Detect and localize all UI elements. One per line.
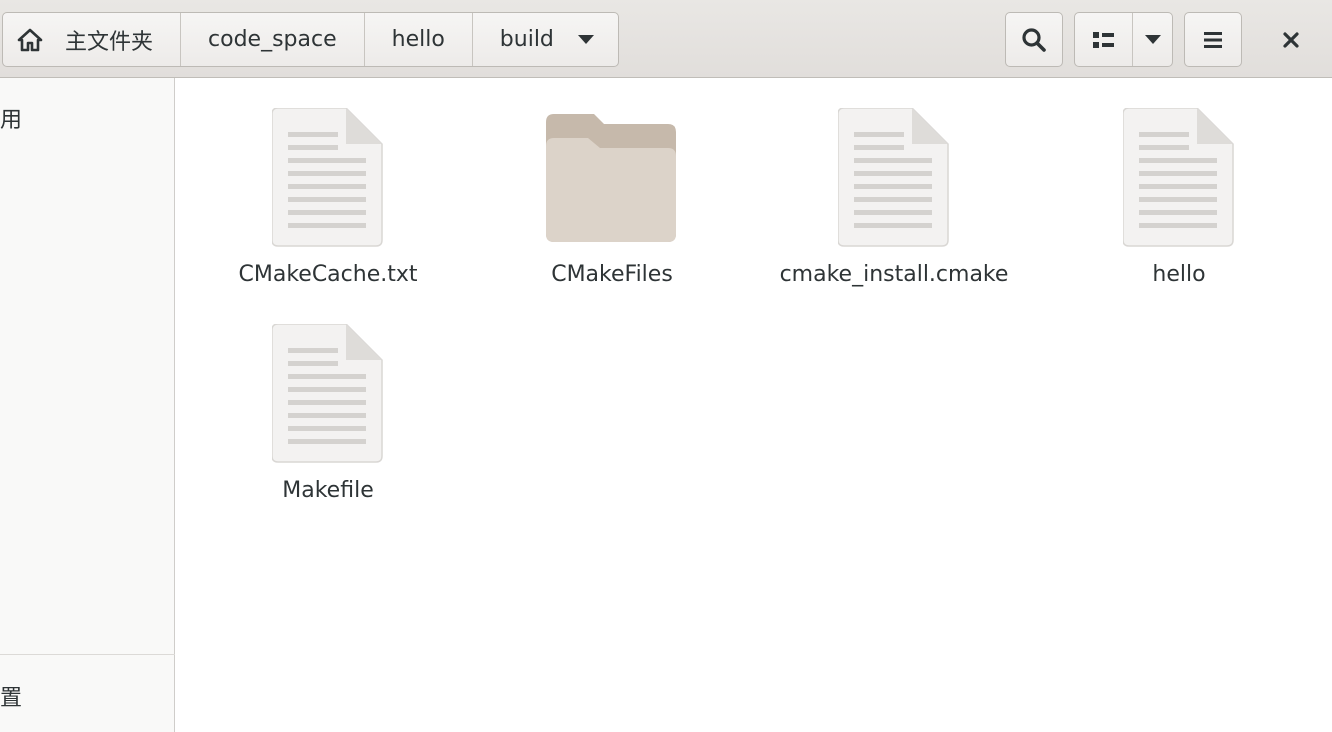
chevron-down-icon[interactable] — [577, 34, 594, 45]
menu-button[interactable] — [1184, 12, 1242, 67]
breadcrumb-hello[interactable]: hello — [365, 13, 473, 66]
header-bar: 主文件夹 code_space hello build — [0, 0, 1332, 78]
text-document-icon — [1123, 108, 1234, 247]
sidebar: 用 置 — [0, 78, 175, 732]
breadcrumb-label: build — [499, 27, 554, 52]
text-document-icon — [272, 324, 383, 463]
folder-icon — [546, 114, 676, 242]
view-options-button[interactable] — [1132, 13, 1172, 66]
breadcrumb-home[interactable]: 主文件夹 — [3, 13, 182, 66]
breadcrumb-code-space[interactable]: code_space — [181, 13, 365, 66]
list-view-icon — [1092, 31, 1114, 48]
text-document-icon — [272, 108, 383, 247]
sidebar-divider — [0, 654, 175, 655]
folder-item-cmakefiles[interactable]: CMakeFiles — [472, 108, 752, 313]
search-button[interactable] — [1005, 12, 1063, 67]
text-document-icon — [838, 108, 949, 247]
file-view: CMakeCache.txt CMakeFiles cmake_install.… — [176, 78, 1332, 732]
folder-name: CMakeFiles — [551, 262, 673, 287]
file-name: hello — [1152, 262, 1206, 287]
hamburger-menu-icon — [1204, 31, 1222, 48]
home-icon — [17, 28, 43, 51]
sidebar-item-other-locations[interactable]: 置 — [0, 680, 22, 712]
file-item-hello[interactable]: hello — [1039, 108, 1319, 313]
file-item-cmakecache[interactable]: CMakeCache.txt — [188, 108, 468, 313]
breadcrumb-label: code_space — [208, 27, 337, 52]
file-item-cmake-install[interactable]: cmake_install.cmake — [754, 108, 1034, 313]
file-manager-window: 主文件夹 code_space hello build 用 置 CMakeCac… — [0, 0, 1332, 732]
file-item-makefile[interactable]: Makefile — [188, 324, 468, 529]
search-icon — [1022, 27, 1046, 52]
chevron-down-icon — [1144, 34, 1161, 44]
sidebar-item-recent[interactable]: 用 — [0, 102, 22, 134]
list-view-button[interactable] — [1075, 13, 1132, 66]
close-window-button[interactable] — [1262, 12, 1320, 67]
breadcrumb: 主文件夹 code_space hello build — [2, 12, 619, 67]
close-icon — [1283, 31, 1299, 48]
file-name: CMakeCache.txt — [238, 262, 418, 287]
view-toggle-group — [1074, 12, 1173, 67]
breadcrumb-home-label: 主文件夹 — [65, 29, 154, 55]
file-name: Makefile — [282, 478, 374, 503]
breadcrumb-label: hello — [391, 27, 445, 52]
file-name: cmake_install.cmake — [779, 262, 1009, 287]
breadcrumb-build[interactable]: build — [473, 13, 618, 66]
